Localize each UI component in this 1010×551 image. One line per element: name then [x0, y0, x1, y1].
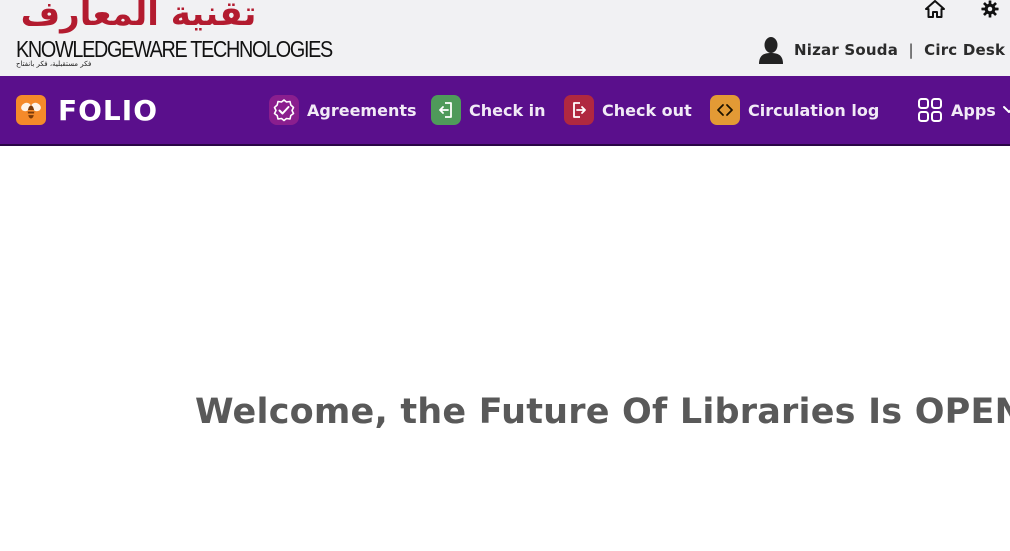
folio-bee-icon	[16, 95, 46, 125]
circulation-log-icon	[710, 95, 740, 125]
nav-circulation-log-label: Circulation log	[748, 100, 880, 120]
nav-agreements[interactable]: Agreements	[269, 95, 417, 125]
user-name: Nizar Souda | Circ Desk 2	[794, 41, 1010, 59]
folio-home-link[interactable]: FOLIO	[16, 93, 158, 127]
apps-grid-icon	[917, 95, 943, 125]
main-navigation: FOLIO Agreements Check in Check out Circ…	[0, 76, 1010, 146]
brand-label: FOLIO	[58, 93, 158, 127]
nav-apps-dropdown[interactable]: Apps	[917, 95, 1010, 125]
nav-check-in-label: Check in	[469, 100, 546, 120]
logo-english-text: KNOWLEDGEWARE TECHNOLOGIES	[16, 36, 333, 62]
user-icon	[758, 36, 784, 64]
check-out-icon	[564, 95, 594, 125]
knowledgeware-logo: تقنية المعارف KNOWLEDGEWARE TECHNOLOGIES…	[14, 0, 333, 74]
nav-check-out[interactable]: Check out	[564, 95, 692, 125]
logo-arabic-text: تقنية المعارف	[20, 0, 257, 34]
user-separator: |	[908, 41, 914, 59]
chevron-down-icon	[1002, 105, 1010, 115]
user-menu[interactable]: Nizar Souda | Circ Desk 2	[758, 36, 1010, 64]
nav-circulation-log[interactable]: Circulation log	[710, 95, 879, 125]
agreements-icon	[269, 95, 299, 125]
welcome-message: Welcome, the Future Of Libraries Is OPEN…	[195, 392, 1010, 432]
logo-tagline: فكر مستقبلية، فكر بانفتاح	[16, 60, 92, 68]
nav-check-out-label: Check out	[602, 100, 692, 120]
top-bar: تقنية المعارف KNOWLEDGEWARE TECHNOLOGIES…	[0, 0, 1010, 76]
gear-icon[interactable]	[979, 0, 1001, 18]
nav-check-in[interactable]: Check in	[431, 95, 546, 125]
user-name-text: Nizar Souda	[794, 41, 899, 59]
check-in-icon	[431, 95, 461, 125]
nav-apps-label: Apps	[951, 100, 996, 120]
nav-agreements-label: Agreements	[307, 100, 417, 120]
home-icon[interactable]	[924, 0, 946, 18]
service-point: Circ Desk 2	[924, 41, 1010, 59]
